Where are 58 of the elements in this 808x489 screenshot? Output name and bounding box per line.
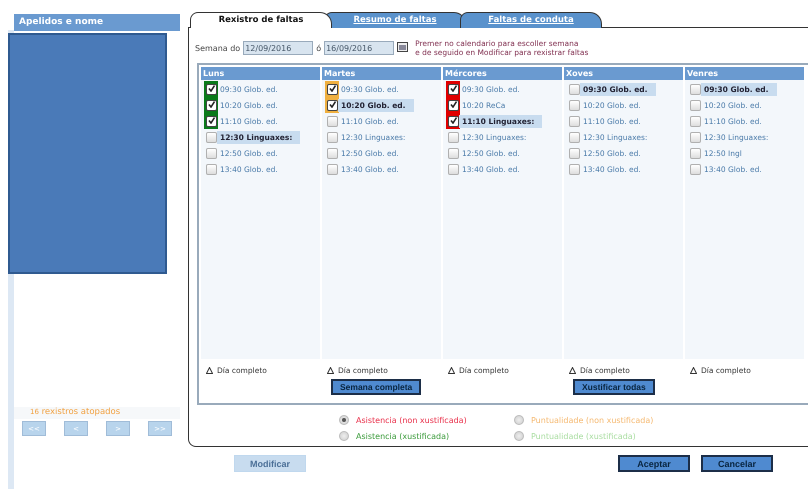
action-button[interactable]: Semana completa <box>331 379 422 395</box>
checkbox[interactable] <box>206 116 216 126</box>
action-button[interactable]: Cancelar <box>701 455 773 472</box>
checkbox[interactable] <box>206 164 216 174</box>
checkbox[interactable] <box>326 116 338 126</box>
triangle-icon <box>327 367 334 374</box>
week-label: Semana do <box>195 44 240 52</box>
checkbox[interactable] <box>568 100 580 110</box>
radio-button[interactable] <box>514 431 524 441</box>
action-button[interactable]: Aceptar <box>618 455 690 472</box>
checkbox[interactable] <box>568 148 580 158</box>
checkbox[interactable] <box>326 164 338 174</box>
checkbox[interactable] <box>568 84 580 94</box>
checkbox[interactable] <box>206 132 216 142</box>
triangle-icon <box>206 367 213 374</box>
column-header: Apelidos e nome <box>14 14 180 31</box>
calendar-icon[interactable] <box>397 42 408 52</box>
day-header: Luns <box>201 67 320 80</box>
checkbox[interactable] <box>326 132 338 142</box>
day-header: Mércores <box>443 67 562 80</box>
date-field[interactable]: 12/09/2016 <box>243 41 314 55</box>
checkbox[interactable] <box>448 164 458 174</box>
separator-text: ó <box>316 44 322 52</box>
checkbox[interactable] <box>448 148 458 158</box>
checkbox[interactable] <box>448 100 458 110</box>
checkbox[interactable] <box>326 100 338 110</box>
checkbox[interactable] <box>326 148 338 158</box>
radio-label[interactable]: Asistencia (xustificada) <box>356 432 450 440</box>
radio-button[interactable] <box>339 415 349 425</box>
tab[interactable]: Faltas de conduta <box>460 12 602 28</box>
checkbox[interactable] <box>206 148 216 158</box>
checkbox[interactable] <box>568 116 580 126</box>
date-field[interactable]: 16/09/2016 <box>324 41 394 55</box>
radio-button[interactable] <box>514 415 524 425</box>
checkbox[interactable] <box>206 84 216 94</box>
checkbox[interactable] <box>690 148 700 158</box>
day-header: Martes <box>322 67 441 80</box>
radio-label[interactable]: Asistencia (non xustificada) <box>356 416 467 424</box>
day-header: Venres <box>685 67 804 80</box>
checkbox[interactable] <box>326 84 338 94</box>
checkbox[interactable] <box>568 132 580 142</box>
checkbox[interactable] <box>690 132 700 142</box>
radio-button[interactable] <box>339 431 349 441</box>
checkbox[interactable] <box>206 100 216 110</box>
triangle-icon <box>448 367 455 374</box>
checkbox[interactable] <box>690 164 700 174</box>
tab[interactable]: Rexistro de faltas <box>190 12 332 28</box>
triangle-icon <box>569 367 576 374</box>
day-header: Xoves <box>564 67 683 80</box>
checkbox[interactable] <box>690 84 700 94</box>
checkbox[interactable] <box>448 84 458 94</box>
action-button[interactable]: Xustificar todas <box>573 379 655 395</box>
checkbox[interactable] <box>690 100 700 110</box>
checkbox[interactable] <box>690 116 700 126</box>
checkbox[interactable] <box>448 116 458 126</box>
checkbox[interactable] <box>448 132 458 142</box>
triangle-icon <box>690 367 697 374</box>
checkbox[interactable] <box>568 164 580 174</box>
